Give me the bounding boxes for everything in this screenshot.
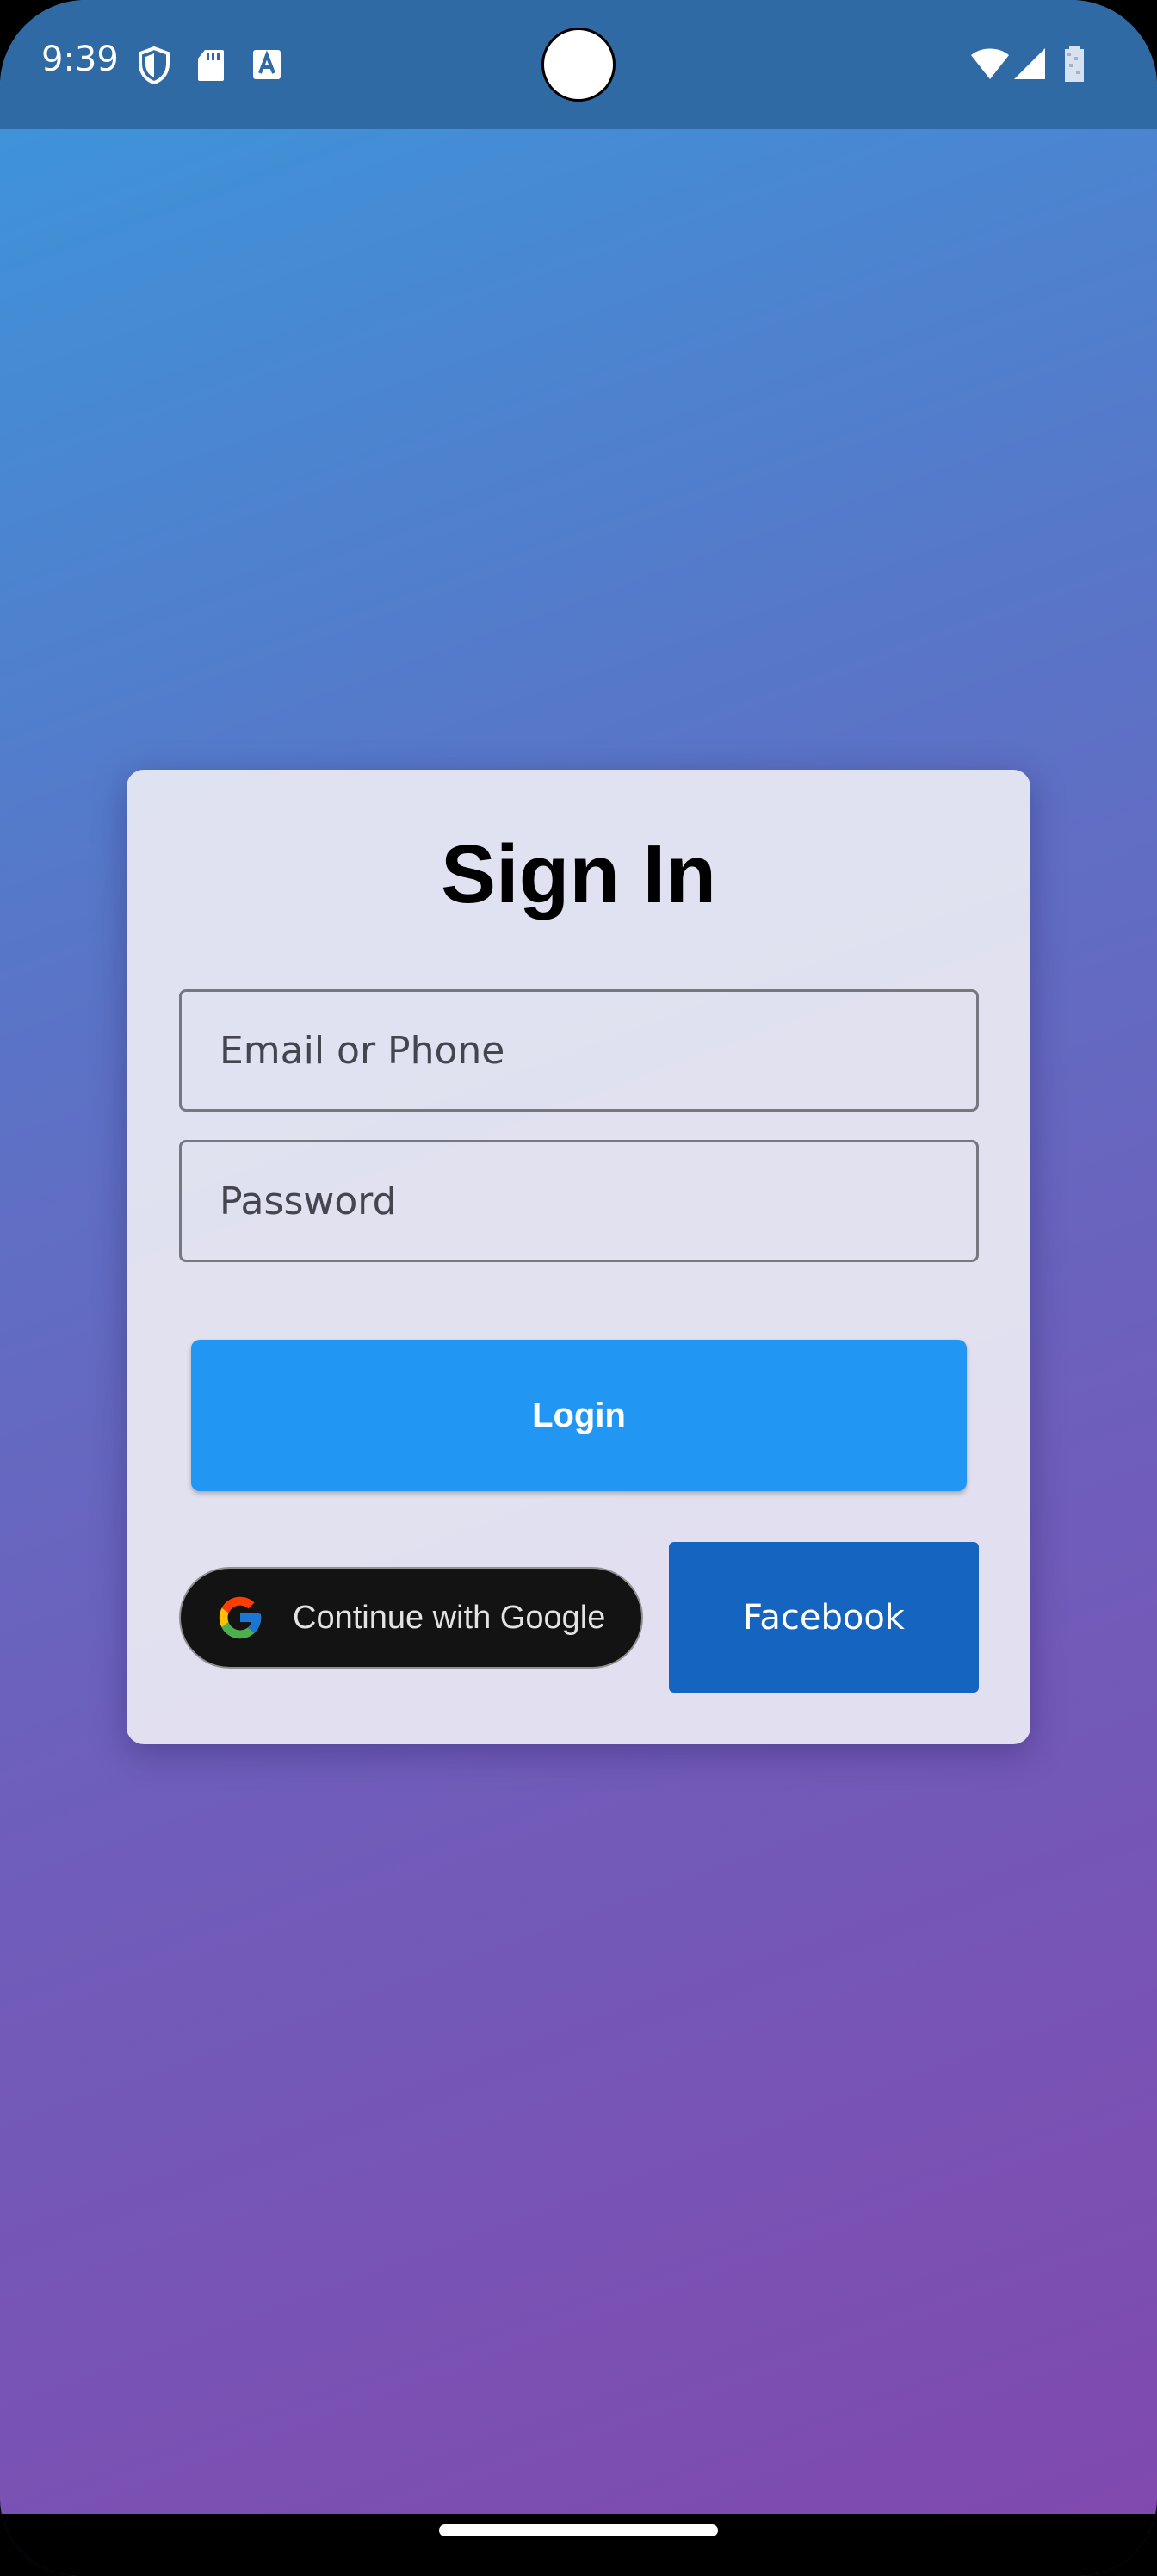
battery-icon [1062,45,1086,87]
google-button-label: Continue with Google [293,1599,606,1636]
navigation-bar [0,2514,1157,2576]
cellular-signal-icon [1012,46,1047,85]
home-indicator[interactable] [439,2524,718,2536]
font-a-icon [251,48,282,85]
google-sign-in-button[interactable]: Continue with Google [179,1567,643,1669]
shield-icon [138,46,170,89]
google-logo-icon [215,1593,265,1643]
sign-in-card: Sign In Login Continue with Google Faceb… [127,770,1030,1744]
login-button[interactable]: Login [191,1340,967,1491]
camera-cutout [541,28,616,102]
app-screen: 9:39 Sign In Email or Phone Login Contin… [0,0,1157,2576]
page-title: Sign In [441,828,716,920]
email-field[interactable] [179,989,979,1112]
status-bar: 9:39 [0,0,1157,129]
facebook-button-label: Facebook [743,1597,905,1638]
facebook-sign-in-button[interactable]: Facebook [669,1542,979,1693]
status-time: 9:39 [41,40,119,79]
password-field[interactable] [179,1140,979,1262]
sd-card-icon [196,48,226,87]
wifi-icon [969,46,1011,85]
